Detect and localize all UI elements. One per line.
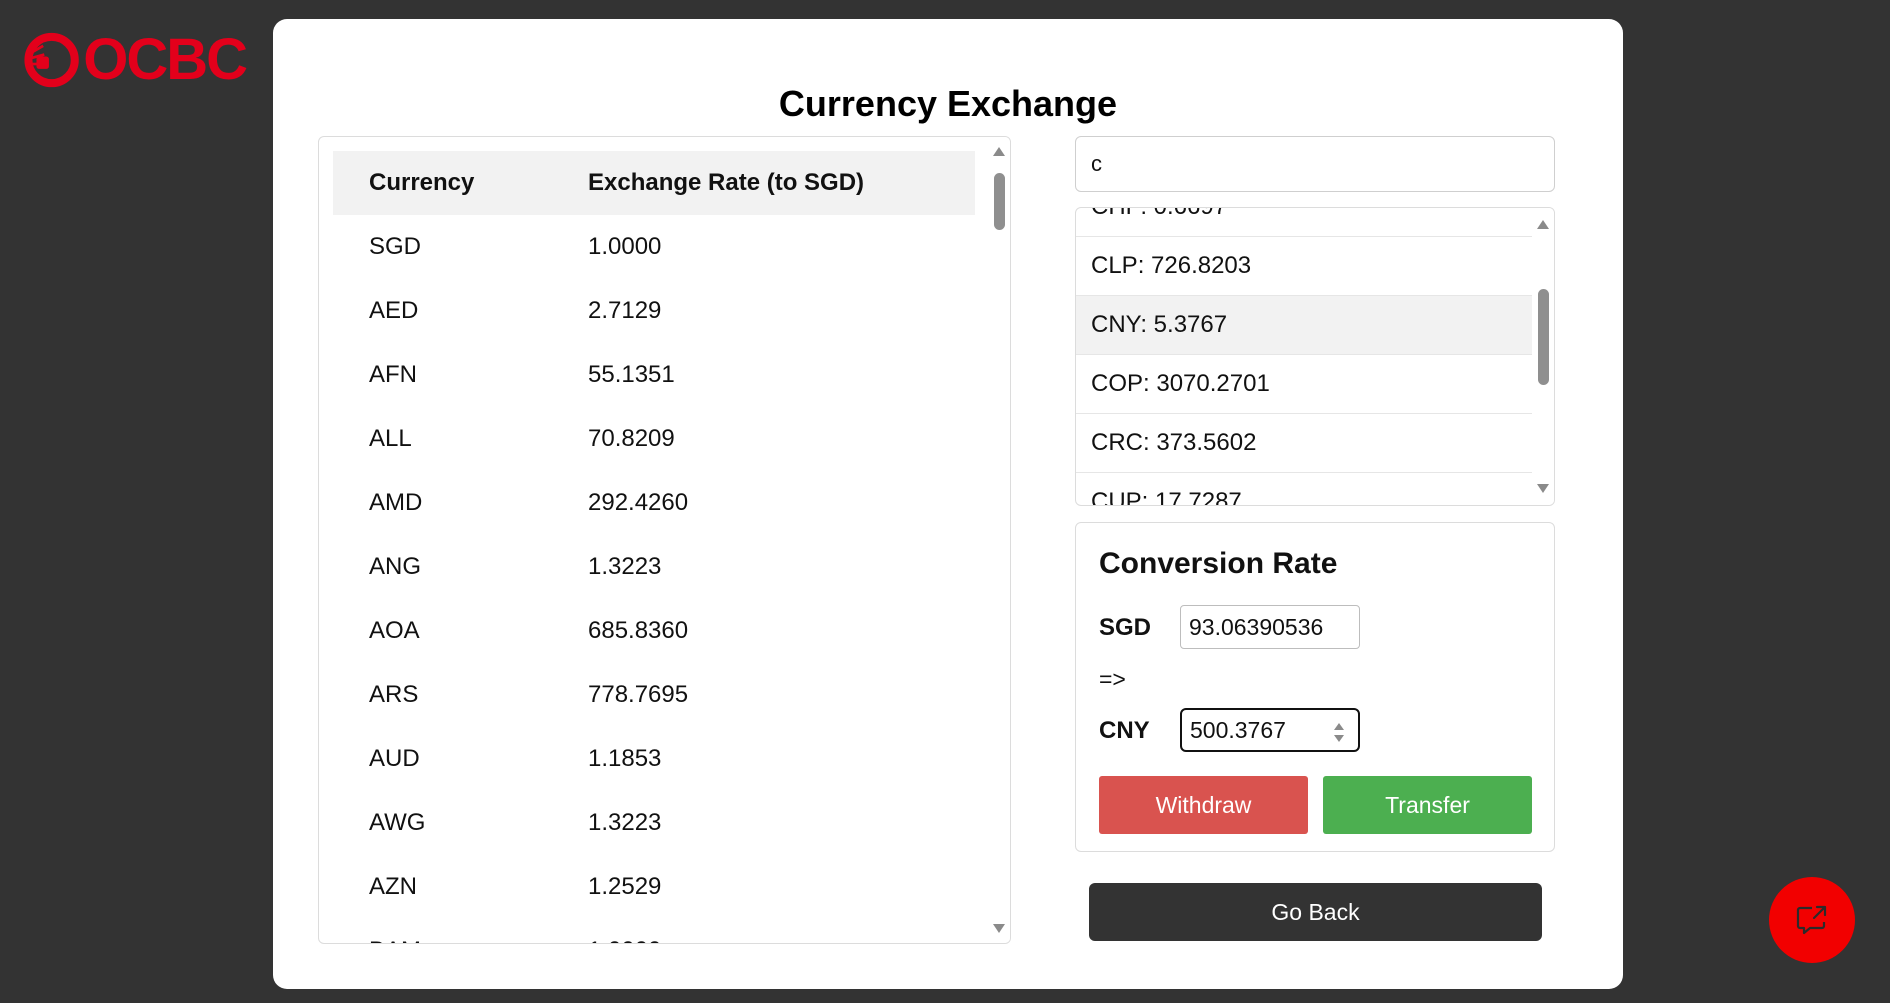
cell-rate: 1.0000 [588,233,662,260]
cell-rate: 778.7695 [588,681,689,708]
cell-currency: AOA [369,617,420,644]
header-rate: Exchange Rate (to SGD) [588,169,865,196]
table-row: BAM1.0000 [333,919,975,943]
result-item[interactable]: CHF: 0.6697 [1076,208,1532,237]
cell-currency: AWG [369,809,426,836]
ocbc-sun-icon [24,32,79,88]
stepper-up-icon[interactable] [1334,723,1344,730]
search-results-panel[interactable]: CHF: 0.6697CLP: 726.8203CNY: 5.3767COP: … [1075,207,1555,506]
cell-currency: ARS [369,681,419,708]
to-amount-input[interactable] [1180,708,1360,752]
scroll-thumb[interactable] [1538,289,1549,385]
cell-currency: AED [369,297,419,324]
cell-rate: 292.4260 [588,489,689,516]
cell-rate: 70.8209 [588,425,675,452]
table-header: Currency Exchange Rate (to SGD) [333,151,975,215]
header-currency: Currency [369,169,475,196]
share-chat-button[interactable] [1769,877,1855,963]
currency-search-input[interactable] [1075,136,1555,192]
cell-currency: ALL [369,425,412,452]
from-amount-input[interactable] [1180,605,1360,649]
table-row: SGD 1.0000 [333,215,975,279]
table-row: AOA 685.8360 [333,599,975,663]
scroll-up-arrow-icon[interactable] [993,147,1005,156]
cell-currency: BAM [333,937,588,943]
cell-rate: 55.1351 [588,361,675,388]
table-row: AUD 1.1853 [333,727,975,791]
ocbc-logo: OCBC [24,27,248,92]
search-results: CHF: 0.6697CLP: 726.8203CNY: 5.3767COP: … [1076,208,1532,505]
result-item[interactable]: COP: 3070.2701 [1076,355,1532,414]
cell-currency: ANG [369,553,422,580]
cell-currency: AFN [369,361,417,388]
table-row: ANG 1.3223 [333,535,975,599]
exchange-modal: Currency Exchange Currency Exchange Rate… [273,19,1623,989]
transfer-button[interactable]: Transfer [1323,776,1532,834]
cell-currency: AZN [369,873,417,900]
scroll-down-arrow-icon[interactable] [993,924,1005,933]
cell-rate: 685.8360 [588,617,689,644]
from-currency-label: SGD [1099,614,1152,641]
table-row: AFN 55.1351 [333,343,975,407]
scroll-down-arrow-icon[interactable] [1537,484,1549,493]
result-item[interactable]: CLP: 726.8203 [1076,237,1532,296]
go-back-button[interactable]: Go Back [1089,883,1542,941]
cell-currency: SGD [369,233,422,260]
cell-rate: 1.2529 [588,873,662,900]
conversion-card: Conversion Rate SGD => CNY Withdraw Tran… [1075,522,1555,852]
table-body: SGD 1.0000 AED 2.7129 AFN 55.1351 ALL 70.8209 AM… [333,215,975,943]
result-item[interactable]: CRC: 373.5602 [1076,414,1532,473]
table-scrollbar[interactable] [988,137,1010,943]
cell-rate: 1.0000 [588,937,975,943]
rates-table-panel[interactable]: Currency Exchange Rate (to SGD) SGD 1.000… [318,136,1011,944]
table-row: ARS 778.7695 [333,663,975,727]
conversion-title: Conversion Rate [1099,547,1338,580]
table-row: AED 2.7129 [333,279,975,343]
cell-currency: AMD [369,489,423,516]
cell-rate: 1.3223 [588,809,662,836]
brand-name: OCBC [83,27,248,92]
cell-rate: 1.1853 [588,745,662,772]
table-row: AZN 1.2529 [333,855,975,919]
results-scrollbar[interactable] [1532,208,1554,505]
scroll-up-arrow-icon[interactable] [1537,220,1549,229]
cell-rate: 2.7129 [588,297,662,324]
table-row: ALL 70.8209 [333,407,975,471]
withdraw-button[interactable]: Withdraw [1099,776,1308,834]
result-list: CHF: 0.6697CLP: 726.8203CNY: 5.3767COP: … [1076,208,1532,505]
scroll-thumb[interactable] [994,173,1005,230]
share-chat-icon [1796,905,1827,935]
table-row: AWG 1.3223 [333,791,975,855]
table-row: AMD 292.4260 [333,471,975,535]
result-item[interactable]: CNY: 5.3767 [1076,296,1532,355]
stepper-down-icon[interactable] [1334,735,1344,742]
cell-currency: AUD [369,745,420,772]
page-title: Currency Exchange [778,83,1118,124]
rates-table: Currency Exchange Rate (to SGD) SGD 1.000… [333,151,975,943]
cell-rate: 1.3223 [588,553,662,580]
result-item[interactable]: CUP: 17.7287 [1076,473,1532,505]
conversion-arrow: => [1099,666,1126,692]
amount-stepper[interactable] [1334,721,1346,747]
to-currency-label: CNY [1099,717,1150,744]
